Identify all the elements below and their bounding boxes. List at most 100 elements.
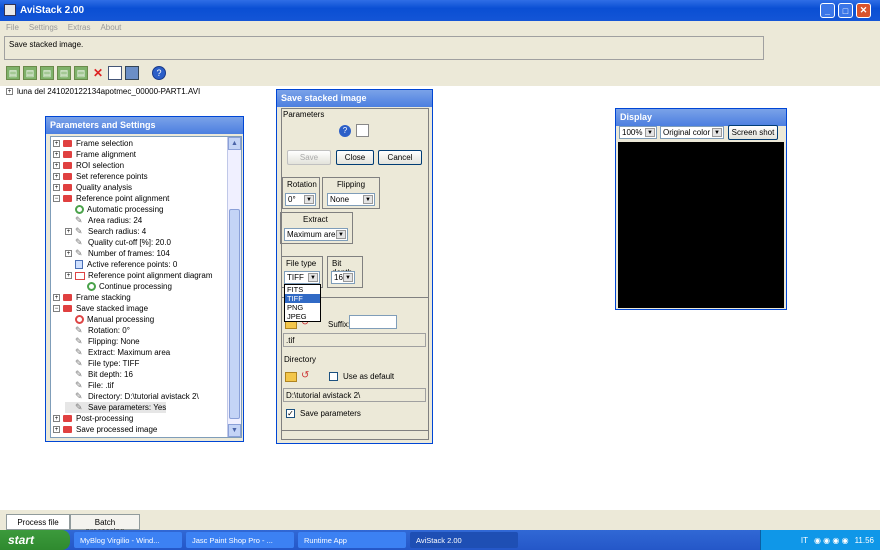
- scroll-thumb[interactable]: [229, 209, 240, 419]
- use-default-checkbox[interactable]: Use as default: [329, 372, 394, 381]
- tree-item[interactable]: + Set reference points: [53, 171, 148, 182]
- task-avistack[interactable]: AviStack 2.00: [410, 532, 518, 548]
- save-parameters-checkbox[interactable]: ✓ Save parameters: [286, 409, 361, 418]
- flipping-select[interactable]: None ▼: [327, 193, 375, 206]
- scroll-up-button[interactable]: ▲: [228, 137, 241, 150]
- save-disk-icon[interactable]: [125, 66, 139, 80]
- expand-icon[interactable]: +: [65, 272, 72, 279]
- new-document-icon[interactable]: [108, 66, 122, 80]
- color-select[interactable]: Original color ▼: [660, 126, 724, 139]
- tree-item[interactable]: ✎ Bit depth: 16: [65, 369, 133, 380]
- expand-icon[interactable]: +: [6, 88, 13, 95]
- tree-item[interactable]: Continue processing: [77, 281, 172, 292]
- expand-icon[interactable]: +: [53, 173, 60, 180]
- minimize-button[interactable]: _: [820, 3, 835, 18]
- task-paint-shop[interactable]: Jasc Paint Shop Pro - ...: [186, 532, 294, 548]
- tree-item[interactable]: Active reference points: 0: [65, 259, 177, 270]
- delete-icon[interactable]: ✕: [91, 66, 105, 80]
- reset-icon[interactable]: ↺: [301, 371, 313, 381]
- tree-item[interactable]: + ROI selection: [53, 160, 124, 171]
- tree-item[interactable]: + ✎ Search radius: 4: [65, 226, 146, 237]
- scroll-down-button[interactable]: ▼: [228, 424, 241, 437]
- expand-icon[interactable]: +: [53, 294, 60, 301]
- file-type-dropdown[interactable]: FITS TIFF PNG JPEG: [284, 284, 321, 322]
- tree-item[interactable]: + Quality analysis: [53, 182, 132, 193]
- help-icon[interactable]: ?: [152, 66, 166, 80]
- extract-select[interactable]: Maximum area ▼: [284, 228, 348, 241]
- open-file-icon[interactable]: ▤: [6, 66, 20, 80]
- tree-item[interactable]: + Reference point alignment diagram: [65, 270, 213, 281]
- list-icon[interactable]: ▤: [74, 66, 88, 80]
- tree-item[interactable]: ✎ Rotation: 0°: [65, 325, 130, 336]
- task-myblog[interactable]: MyBlog Virgilio - Wind...: [74, 532, 182, 548]
- tree-item[interactable]: + Frame alignment: [53, 149, 136, 160]
- tree-item[interactable]: Manual processing: [65, 314, 154, 325]
- tree-item[interactable]: ✎ Flipping: None: [65, 336, 140, 347]
- tree-item[interactable]: + Post-processing: [53, 413, 133, 424]
- file-node[interactable]: + luna del 241020122134apotmec_00000-PART…: [6, 87, 200, 96]
- file-type-option[interactable]: TIFF: [285, 294, 320, 303]
- start-button[interactable]: start: [0, 530, 70, 550]
- start-label: start: [8, 533, 35, 547]
- zoom-select[interactable]: 100% ▼: [619, 126, 657, 139]
- tree-item[interactable]: + Frame stacking: [53, 292, 131, 303]
- menu-about[interactable]: About: [100, 23, 121, 32]
- expand-icon[interactable]: +: [65, 250, 72, 257]
- tree-item[interactable]: − Reference point alignment: [53, 193, 169, 204]
- rotation-select[interactable]: 0° ▼: [285, 193, 316, 206]
- menu-extras[interactable]: Extras: [68, 23, 91, 32]
- expand-icon[interactable]: +: [53, 426, 60, 433]
- folder-icon[interactable]: [285, 372, 297, 382]
- tree-item[interactable]: ✎ Area radius: 24: [65, 215, 142, 226]
- expand-icon[interactable]: +: [53, 151, 60, 158]
- screen-shot-button[interactable]: Screen shot: [728, 125, 778, 140]
- expand-icon[interactable]: +: [53, 184, 60, 191]
- file-type-option[interactable]: FITS: [285, 285, 320, 294]
- expand-icon[interactable]: +: [53, 162, 60, 169]
- file-type-option[interactable]: PNG: [285, 303, 320, 312]
- expand-icon[interactable]: −: [53, 195, 60, 202]
- batch-icon[interactable]: ▤: [40, 66, 54, 80]
- dialog-settings-icon[interactable]: [356, 124, 369, 137]
- tree-item[interactable]: + Frame selection: [53, 138, 133, 149]
- suffix-input[interactable]: [349, 315, 397, 329]
- checkbox-box[interactable]: [329, 372, 338, 381]
- file-type-option[interactable]: JPEG: [285, 312, 320, 321]
- save-button[interactable]: Save: [287, 150, 331, 165]
- wrench-icon: ✎: [75, 248, 83, 258]
- close-dialog-button[interactable]: Close: [336, 150, 374, 165]
- close-button[interactable]: ✕: [856, 3, 871, 18]
- expand-icon[interactable]: −: [53, 305, 60, 312]
- expand-icon[interactable]: +: [53, 415, 60, 422]
- bit-depth-select[interactable]: 16 ▼: [331, 271, 355, 284]
- wrench-icon: ✎: [75, 380, 83, 390]
- menu-file[interactable]: File: [6, 23, 19, 32]
- task-runtime-app[interactable]: Runtime App: [298, 532, 406, 548]
- tree-scrollbar[interactable]: ▲ ▼: [227, 137, 241, 437]
- maximize-button[interactable]: □: [838, 3, 853, 18]
- tree-item[interactable]: ✎ Extract: Maximum area: [65, 347, 170, 358]
- tree-item[interactable]: + Save processed image: [53, 424, 157, 435]
- tree-item[interactable]: ✎ File: .tif: [65, 380, 114, 391]
- tree-item[interactable]: + ✎ Number of frames: 104: [65, 248, 170, 259]
- expand-icon[interactable]: +: [65, 228, 72, 235]
- check-icon[interactable]: ✓: [286, 409, 295, 418]
- tree-item[interactable]: Automatic processing: [65, 204, 163, 215]
- tree-item[interactable]: ✎ Save parameters: Yes: [65, 402, 167, 413]
- cancel-button[interactable]: Cancel: [378, 150, 422, 165]
- expand-icon[interactable]: +: [53, 140, 60, 147]
- manual-process-icon: [75, 315, 84, 324]
- tree-item[interactable]: ✎ Directory: D:\tutorial avistack 2\: [65, 391, 199, 402]
- queue-icon[interactable]: ▤: [57, 66, 71, 80]
- parameters-panel-title: Parameters and Settings: [46, 117, 243, 134]
- dialog-help-icon[interactable]: ?: [339, 125, 351, 137]
- tree-item[interactable]: ✎ File type: TIFF: [65, 358, 139, 369]
- tree-item[interactable]: ✎ Quality cut-off [%]: 20.0: [65, 237, 171, 248]
- tab-process-file[interactable]: Process file: [6, 514, 70, 530]
- file-type-select[interactable]: TIFF ▼: [284, 271, 320, 284]
- add-file-icon[interactable]: ▤: [23, 66, 37, 80]
- menu-settings[interactable]: Settings: [29, 23, 58, 32]
- tree-item[interactable]: − Save stacked image: [53, 303, 148, 314]
- language-indicator[interactable]: IT: [801, 536, 808, 545]
- tab-batch-processing[interactable]: Batch processing: [70, 514, 140, 536]
